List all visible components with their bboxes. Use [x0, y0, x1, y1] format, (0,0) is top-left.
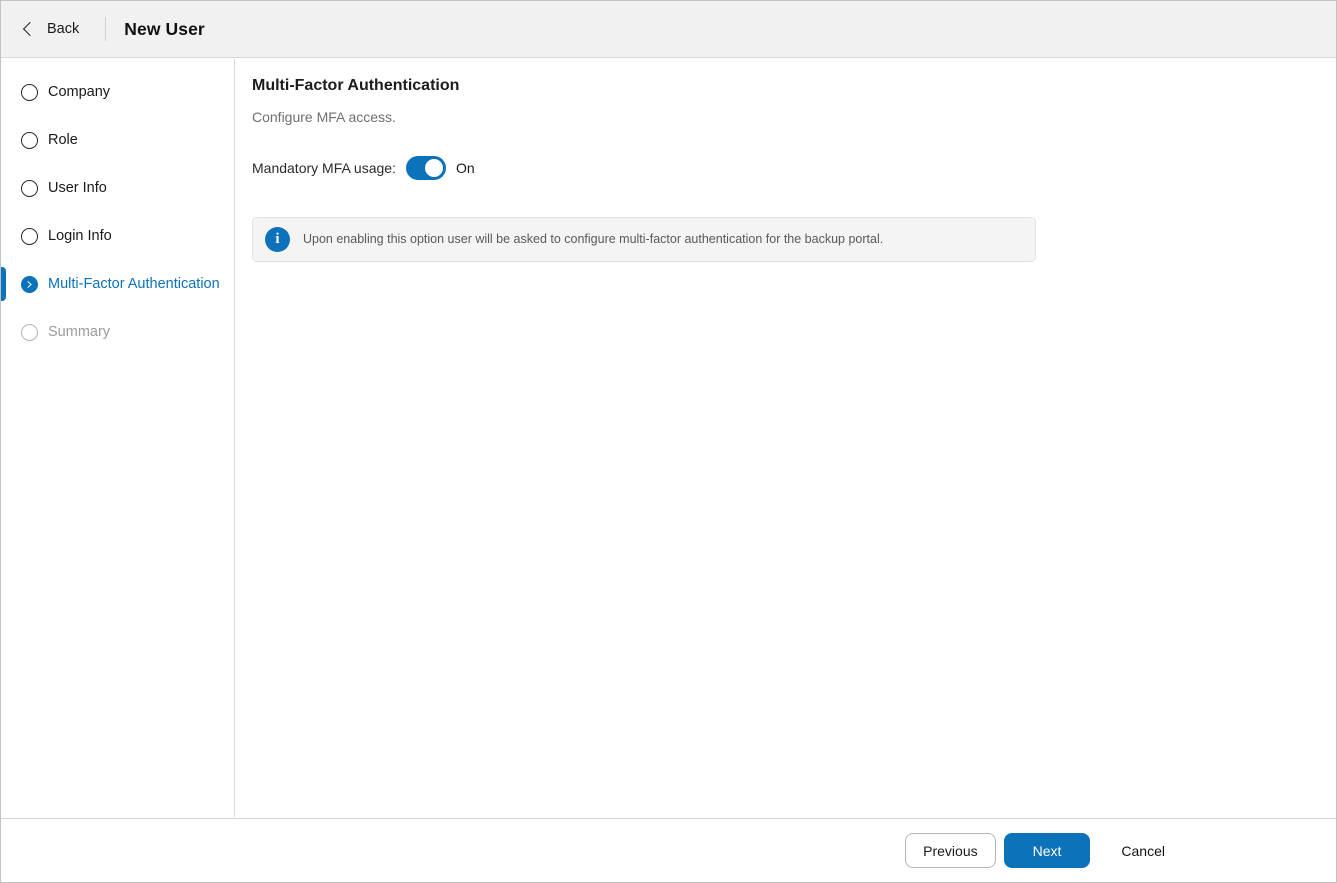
wizard-steps-sidebar: Company Role User Info Login Info Multi-… — [1, 59, 235, 817]
info-icon: i — [265, 227, 290, 252]
chevron-left-icon — [22, 21, 38, 37]
step-label: Multi-Factor Authentication — [48, 276, 220, 292]
cancel-button[interactable]: Cancel — [1117, 833, 1169, 868]
mfa-toggle-label: Mandatory MFA usage: — [252, 160, 396, 176]
back-button[interactable]: Back — [22, 21, 80, 37]
mfa-toggle-row: Mandatory MFA usage: On — [252, 156, 1336, 180]
sidebar-item-multi-factor-authentication[interactable]: Multi-Factor Authentication — [1, 260, 234, 308]
step-label: User Info — [48, 180, 107, 196]
step-circle-icon — [21, 323, 38, 341]
mandatory-mfa-toggle[interactable] — [405, 156, 446, 180]
page-title: New User — [124, 18, 205, 39]
next-button[interactable]: Next — [1003, 833, 1091, 868]
step-label: Login Info — [48, 228, 112, 244]
info-banner: i Upon enabling this option user will be… — [252, 217, 1036, 262]
new-user-wizard-window: { "header": { "back_label": "Back", "tit… — [0, 0, 1337, 883]
header: Back New User — [1, 1, 1336, 58]
info-banner-text: Upon enabling this option user will be a… — [303, 232, 884, 247]
step-circle-icon — [21, 83, 38, 101]
sidebar-item-login-info[interactable]: Login Info — [1, 212, 234, 260]
step-circle-icon — [21, 131, 38, 149]
sidebar-item-role[interactable]: Role — [1, 116, 234, 164]
step-circle-icon — [21, 227, 38, 245]
header-divider — [105, 17, 107, 41]
step-active-chevron-icon — [21, 275, 38, 293]
step-label: Summary — [48, 324, 111, 340]
sidebar-item-company[interactable]: Company — [1, 68, 234, 116]
section-subtitle: Configure MFA access. — [252, 109, 396, 125]
sidebar-item-summary[interactable]: Summary — [1, 308, 234, 356]
section-title: Multi-Factor Authentication — [252, 77, 460, 94]
step-label: Company — [48, 84, 111, 100]
wizard-footer: Previous Next Cancel — [1, 818, 1336, 882]
step-label: Role — [48, 132, 78, 148]
toggle-state-label: On — [455, 160, 475, 176]
main-content: Multi-Factor Authentication Configure MF… — [236, 59, 1336, 817]
toggle-knob — [424, 159, 443, 177]
previous-button[interactable]: Previous — [905, 833, 996, 868]
back-label: Back — [47, 21, 80, 37]
step-circle-icon — [21, 179, 38, 197]
sidebar-item-user-info[interactable]: User Info — [1, 164, 234, 212]
